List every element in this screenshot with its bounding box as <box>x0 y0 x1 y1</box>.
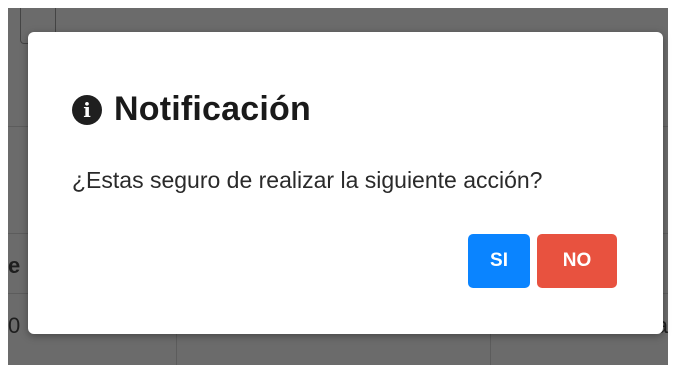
dialog-message: ¿Estas seguro de realizar la siguiente a… <box>72 167 543 193</box>
notification-dialog: i Notificación ¿Estas seguro de realizar… <box>28 32 663 334</box>
dialog-title: Notificación <box>114 90 311 128</box>
background-text-fragment: 0 <box>8 313 21 338</box>
info-circle-icon: i <box>72 94 102 125</box>
background-text-fragment: e <box>8 253 21 278</box>
dialog-header: i Notificación <box>72 90 311 129</box>
confirm-yes-button[interactable]: SI <box>468 234 530 288</box>
confirm-no-button[interactable]: NO <box>537 234 617 288</box>
